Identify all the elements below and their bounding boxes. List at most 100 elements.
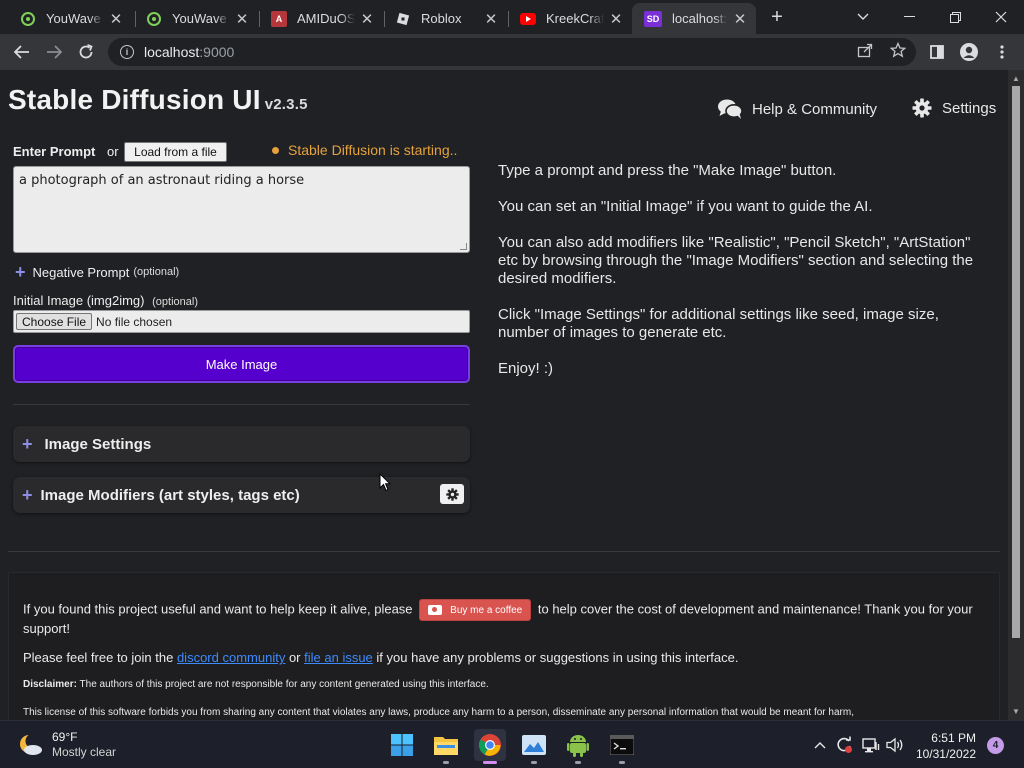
tab-search-icon[interactable] bbox=[840, 4, 886, 30]
address-bar[interactable]: i localhost:9000 bbox=[108, 38, 916, 66]
support-text: If you found this project useful and wan… bbox=[23, 601, 413, 617]
taskbar-file-explorer[interactable] bbox=[430, 729, 462, 764]
tab-label: localhost:9000 bbox=[672, 11, 728, 26]
restore-icon[interactable] bbox=[932, 4, 978, 30]
tray-overflow-chevron-icon[interactable] bbox=[810, 735, 830, 755]
load-from-file-button[interactable]: Load from a file bbox=[124, 142, 227, 162]
status-text: Stable Diffusion is starting.. bbox=[288, 142, 458, 158]
tab-close-icon[interactable]: ✕ bbox=[359, 11, 375, 28]
scroll-down-icon[interactable]: ▼ bbox=[1008, 704, 1024, 718]
make-image-button[interactable]: Make Image bbox=[13, 345, 470, 383]
help-community-link[interactable]: Help & Community bbox=[717, 98, 877, 120]
android-icon bbox=[567, 735, 589, 757]
new-tab-icon[interactable]: + bbox=[766, 6, 788, 28]
back-icon[interactable] bbox=[8, 38, 36, 66]
modifier-settings-gear-icon[interactable] bbox=[440, 484, 464, 504]
resize-handle-icon[interactable] bbox=[460, 243, 467, 250]
scrollbar-thumb[interactable] bbox=[1012, 86, 1020, 638]
windows-taskbar: 69°F Mostly clear 6:51 PM 10/31/2022 4 bbox=[0, 720, 1024, 768]
sd-icon: SD bbox=[644, 10, 662, 27]
system-clock[interactable]: 6:51 PM 10/31/2022 bbox=[890, 730, 976, 762]
tab-close-icon[interactable]: ✕ bbox=[234, 11, 250, 28]
running-indicator bbox=[531, 761, 537, 764]
tab-label: KreekCraft bbox=[546, 11, 604, 26]
plus-icon: + bbox=[22, 485, 33, 505]
tab-localhost[interactable]: SD localhost:9000 ✕ bbox=[632, 3, 756, 34]
clock-time: 6:51 PM bbox=[931, 731, 976, 745]
reload-icon[interactable] bbox=[72, 38, 100, 66]
moon-cloud-icon bbox=[18, 732, 44, 758]
license-text: This license of this software forbids yo… bbox=[23, 707, 854, 718]
tab-close-icon[interactable]: ✕ bbox=[732, 11, 748, 28]
close-window-icon[interactable] bbox=[978, 4, 1024, 30]
image-modifiers-panel[interactable]: + Image Modifiers (art styles, tags etc) bbox=[13, 477, 470, 513]
mouse-cursor-icon bbox=[379, 473, 391, 492]
file-issue-link[interactable]: file an issue bbox=[304, 650, 373, 665]
tab-youwave-1[interactable]: YouWave Android ✕ bbox=[8, 3, 132, 34]
negative-prompt-toggle[interactable]: + Negative Prompt (optional) bbox=[15, 263, 179, 281]
share-icon[interactable] bbox=[856, 41, 874, 59]
tab-close-icon[interactable]: ✕ bbox=[483, 11, 499, 28]
chat-bubbles-icon bbox=[718, 99, 743, 119]
prompt-textarea[interactable]: a photograph of an astronaut riding a ho… bbox=[13, 166, 470, 253]
address-host: localhost bbox=[144, 44, 200, 60]
discord-link[interactable]: discord community bbox=[177, 650, 285, 665]
or-text: or bbox=[107, 144, 119, 159]
youwave-icon bbox=[146, 11, 162, 27]
instructions-panel: Type a prompt and press the "Make Image"… bbox=[498, 162, 988, 396]
initial-image-file-input[interactable]: Choose File No file chosen bbox=[13, 310, 470, 333]
choose-file-button[interactable]: Choose File bbox=[16, 313, 93, 330]
disclaimer: Disclaimer: The authors of this project … bbox=[23, 679, 985, 691]
file-status-text: No file chosen bbox=[96, 314, 173, 329]
disclaimer-label: Disclaimer: bbox=[23, 679, 77, 690]
taskbar-chrome[interactable] bbox=[474, 729, 506, 764]
clock-date: 10/31/2022 bbox=[915, 747, 976, 761]
weather-widget[interactable]: 69°F Mostly clear bbox=[18, 730, 116, 760]
join-text: Please feel free to join the bbox=[23, 650, 174, 665]
support-message: If you found this project useful and wan… bbox=[23, 599, 985, 636]
start-button[interactable] bbox=[386, 729, 418, 761]
tab-youwave-2[interactable]: YouWave Android ✕ bbox=[134, 3, 258, 34]
settings-link[interactable]: Settings bbox=[912, 98, 996, 118]
taskbar-terminal[interactable] bbox=[606, 729, 638, 764]
taskbar-android[interactable] bbox=[562, 729, 594, 764]
network-icon[interactable] bbox=[861, 735, 881, 755]
scroll-up-icon[interactable]: ▲ bbox=[1008, 71, 1024, 85]
bookmark-star-icon[interactable] bbox=[889, 41, 907, 59]
site-info-icon[interactable]: i bbox=[120, 45, 134, 59]
running-indicator bbox=[443, 761, 449, 764]
tab-label: YouWave Android bbox=[46, 11, 104, 26]
profile-icon[interactable] bbox=[955, 38, 983, 66]
minimize-icon[interactable] bbox=[886, 4, 932, 30]
community-message: Please feel free to join the discord com… bbox=[23, 650, 985, 665]
amiduos-icon: A bbox=[271, 10, 287, 27]
instruction-text: Click "Image Settings" for additional se… bbox=[498, 306, 939, 341]
tab-roblox[interactable]: Roblox ✕ bbox=[383, 3, 507, 34]
divider bbox=[13, 404, 470, 405]
windows-logo-icon bbox=[391, 734, 413, 756]
tab-close-icon[interactable]: ✕ bbox=[608, 11, 624, 28]
menu-kebab-icon[interactable] bbox=[988, 38, 1016, 66]
sync-alert-icon[interactable] bbox=[834, 735, 854, 755]
roblox-icon bbox=[395, 11, 411, 27]
image-modifiers-label: Image Modifiers (art styles, tags etc) bbox=[40, 486, 300, 504]
tab-label: Roblox bbox=[421, 11, 462, 26]
page-scrollbar[interactable]: ▲ ▼ bbox=[1008, 70, 1024, 720]
web-page: Stable Diffusion UI v2.3.5 Help & Communi… bbox=[0, 70, 1008, 720]
tab-kreekcraft[interactable]: KreekCraft ✕ bbox=[508, 3, 632, 34]
notification-badge[interactable]: 4 bbox=[987, 737, 1004, 754]
side-panel-icon[interactable] bbox=[923, 38, 951, 66]
instruction-text: You can also add modifiers like "Realist… bbox=[498, 234, 974, 287]
taskbar-photos[interactable] bbox=[518, 729, 550, 764]
image-settings-panel[interactable]: + Image Settings bbox=[13, 426, 470, 462]
buy-me-a-coffee-button[interactable]: Buy me a coffee bbox=[419, 599, 532, 621]
tab-close-icon[interactable]: ✕ bbox=[108, 11, 124, 28]
plus-icon: + bbox=[15, 262, 26, 282]
prompt-value: a photograph of an astronaut riding a ho… bbox=[19, 173, 305, 188]
browser-toolbar: i localhost:9000 bbox=[0, 34, 1024, 70]
forward-icon[interactable] bbox=[40, 38, 68, 66]
optional-note: (optional) bbox=[133, 266, 180, 278]
chrome-icon bbox=[479, 734, 501, 756]
tab-amiduos[interactable]: A AMIDuOS 2 ✕ bbox=[259, 3, 383, 34]
disclaimer-text: The authors of this project are not resp… bbox=[79, 679, 489, 690]
